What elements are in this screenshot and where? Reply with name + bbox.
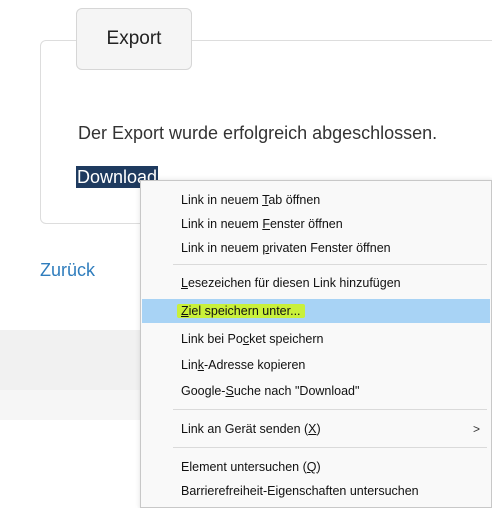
menu-separator — [173, 409, 487, 410]
menu-item-save-link-as[interactable]: Ziel speichern unter... — [142, 299, 490, 323]
highlight-marker: Ziel speichern unter... — [177, 304, 305, 318]
menu-item-bookmark-link[interactable]: Lesezeichen für diesen Link hinzufügen — [142, 271, 490, 295]
footer-band-lower — [0, 390, 140, 420]
context-menu: Link in neuem Tab öffnen Link in neuem F… — [140, 180, 492, 508]
export-tab[interactable]: Export — [76, 8, 192, 70]
menu-item-open-new-window[interactable]: Link in neuem Fenster öffnen — [142, 212, 490, 236]
menu-item-save-to-pocket[interactable]: Link bei Pocket speichern — [142, 327, 490, 351]
submenu-arrow-icon: > — [472, 422, 480, 436]
back-link[interactable]: Zurück — [40, 260, 95, 281]
menu-item-copy-link[interactable]: Link-Adresse kopieren — [142, 353, 490, 377]
menu-separator — [173, 264, 487, 265]
menu-item-inspect-accessibility[interactable]: Barrierefreiheit-Eigenschaften untersuch… — [142, 479, 490, 503]
menu-item-open-new-tab[interactable]: Link in neuem Tab öffnen — [142, 188, 490, 212]
menu-separator — [173, 447, 487, 448]
menu-item-google-search[interactable]: Google-Suche nach "Download" — [142, 379, 490, 403]
export-tab-label: Export — [106, 28, 162, 49]
export-success-message: Der Export wurde erfolgreich abgeschloss… — [78, 123, 438, 143]
menu-item-open-private-window[interactable]: Link in neuem privaten Fenster öffnen — [142, 236, 490, 260]
menu-item-send-to-device[interactable]: Link an Gerät senden (X) > — [142, 417, 490, 441]
menu-item-inspect-element[interactable]: Element untersuchen (Q) — [142, 455, 490, 479]
